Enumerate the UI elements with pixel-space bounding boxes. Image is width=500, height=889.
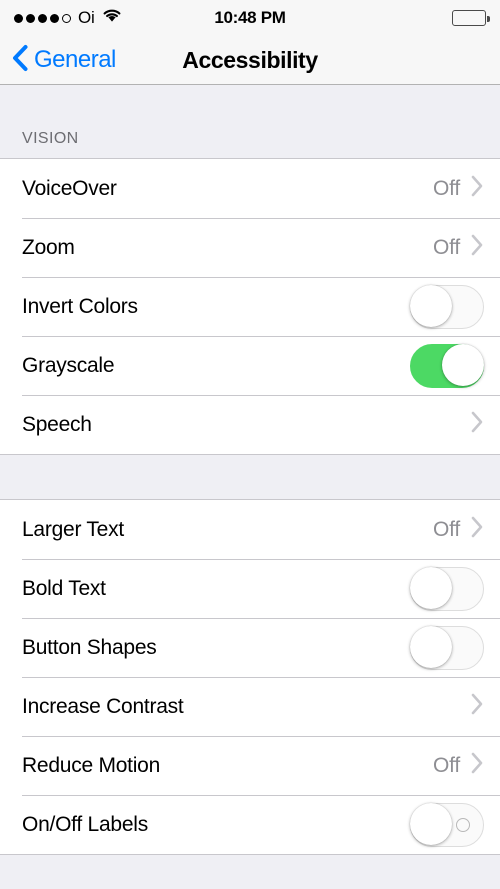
row-accessory: Off bbox=[433, 752, 484, 779]
section-group: Larger Text Off Bold Text Button Shapes Incr… bbox=[0, 500, 500, 854]
signal-dot bbox=[38, 13, 47, 23]
row-accessory bbox=[410, 343, 484, 388]
navigation-bar: General Accessibility bbox=[0, 36, 500, 85]
table-row[interactable]: Button Shapes bbox=[0, 618, 500, 677]
row-accessory: Off bbox=[433, 234, 484, 261]
table-row[interactable]: Larger Text Off bbox=[0, 500, 500, 559]
row-accessory bbox=[410, 802, 484, 847]
switch-knob bbox=[410, 802, 452, 845]
row-label: Bold Text bbox=[22, 576, 106, 600]
table-row[interactable]: Speech bbox=[0, 395, 500, 454]
toggle-switch[interactable] bbox=[410, 343, 484, 388]
signal-dot bbox=[14, 13, 23, 23]
row-accessory bbox=[410, 625, 484, 670]
table-row[interactable]: Invert Colors bbox=[0, 277, 500, 336]
list-footer-background bbox=[0, 854, 500, 889]
row-label: On/Off Labels bbox=[22, 812, 148, 836]
chevron-right-icon bbox=[471, 234, 484, 261]
status-bar-right bbox=[452, 10, 490, 26]
wifi-icon bbox=[102, 8, 122, 28]
switch-knob bbox=[410, 284, 452, 327]
chevron-right-icon bbox=[471, 516, 484, 543]
carrier-name: Oi bbox=[78, 8, 95, 27]
section-spacer bbox=[0, 454, 500, 500]
chevron-right-icon bbox=[471, 752, 484, 779]
back-button[interactable]: General bbox=[0, 44, 116, 77]
row-label: Zoom bbox=[22, 235, 75, 259]
row-accessory bbox=[410, 566, 484, 611]
back-button-label: General bbox=[34, 46, 116, 73]
row-label: Speech bbox=[22, 412, 92, 436]
row-label: Invert Colors bbox=[22, 294, 138, 318]
table-row[interactable]: Bold Text bbox=[0, 559, 500, 618]
switch-off-label-icon bbox=[456, 817, 470, 832]
row-value: Off bbox=[432, 235, 460, 259]
signal-strength-icon bbox=[14, 13, 71, 23]
table-row[interactable]: On/Off Labels bbox=[0, 795, 500, 854]
row-label: Reduce Motion bbox=[22, 753, 160, 777]
table-row[interactable]: Increase Contrast bbox=[0, 677, 500, 736]
toggle-switch[interactable] bbox=[410, 625, 484, 670]
row-value: Off bbox=[432, 176, 460, 200]
switch-knob bbox=[442, 343, 484, 386]
table-row[interactable]: Grayscale bbox=[0, 336, 500, 395]
chevron-right-icon bbox=[471, 693, 484, 720]
row-accessory bbox=[471, 693, 484, 720]
chevron-right-icon bbox=[471, 411, 484, 438]
row-accessory bbox=[471, 411, 484, 438]
switch-knob bbox=[410, 566, 452, 609]
row-value: Off bbox=[432, 753, 460, 777]
settings-list: VISION VoiceOver Off Zoom Off Invert Colors Gr… bbox=[0, 85, 500, 889]
row-value: Off bbox=[432, 517, 460, 541]
status-bar-left: Oi bbox=[14, 8, 122, 28]
toggle-switch[interactable] bbox=[410, 284, 484, 329]
signal-dot bbox=[62, 13, 71, 23]
signal-dot bbox=[50, 13, 59, 23]
section-group: VoiceOver Off Zoom Off Invert Colors Grayscal… bbox=[0, 159, 500, 454]
row-label: Increase Contrast bbox=[22, 694, 184, 718]
row-accessory: Off bbox=[433, 516, 484, 543]
table-row[interactable]: Reduce Motion Off bbox=[0, 736, 500, 795]
chevron-left-icon bbox=[11, 44, 28, 77]
status-bar: Oi 10:48 PM bbox=[0, 0, 500, 36]
table-row[interactable]: Zoom Off bbox=[0, 218, 500, 277]
chevron-right-icon bbox=[471, 175, 484, 202]
iphone-screen: Oi 10:48 PM General Accessibility VISION… bbox=[0, 0, 500, 889]
section-header: VISION bbox=[0, 85, 500, 159]
toggle-switch[interactable] bbox=[410, 802, 484, 847]
switch-knob bbox=[410, 625, 452, 668]
row-label: Grayscale bbox=[22, 353, 115, 377]
row-accessory bbox=[410, 284, 484, 329]
row-accessory: Off bbox=[433, 175, 484, 202]
row-label: VoiceOver bbox=[22, 176, 117, 200]
table-row[interactable]: VoiceOver Off bbox=[0, 159, 500, 218]
signal-dot bbox=[26, 13, 35, 23]
row-label: Button Shapes bbox=[22, 635, 157, 659]
section-header-label: VISION bbox=[22, 130, 79, 147]
row-label: Larger Text bbox=[22, 517, 124, 541]
battery-icon bbox=[452, 10, 490, 26]
toggle-switch[interactable] bbox=[410, 566, 484, 611]
